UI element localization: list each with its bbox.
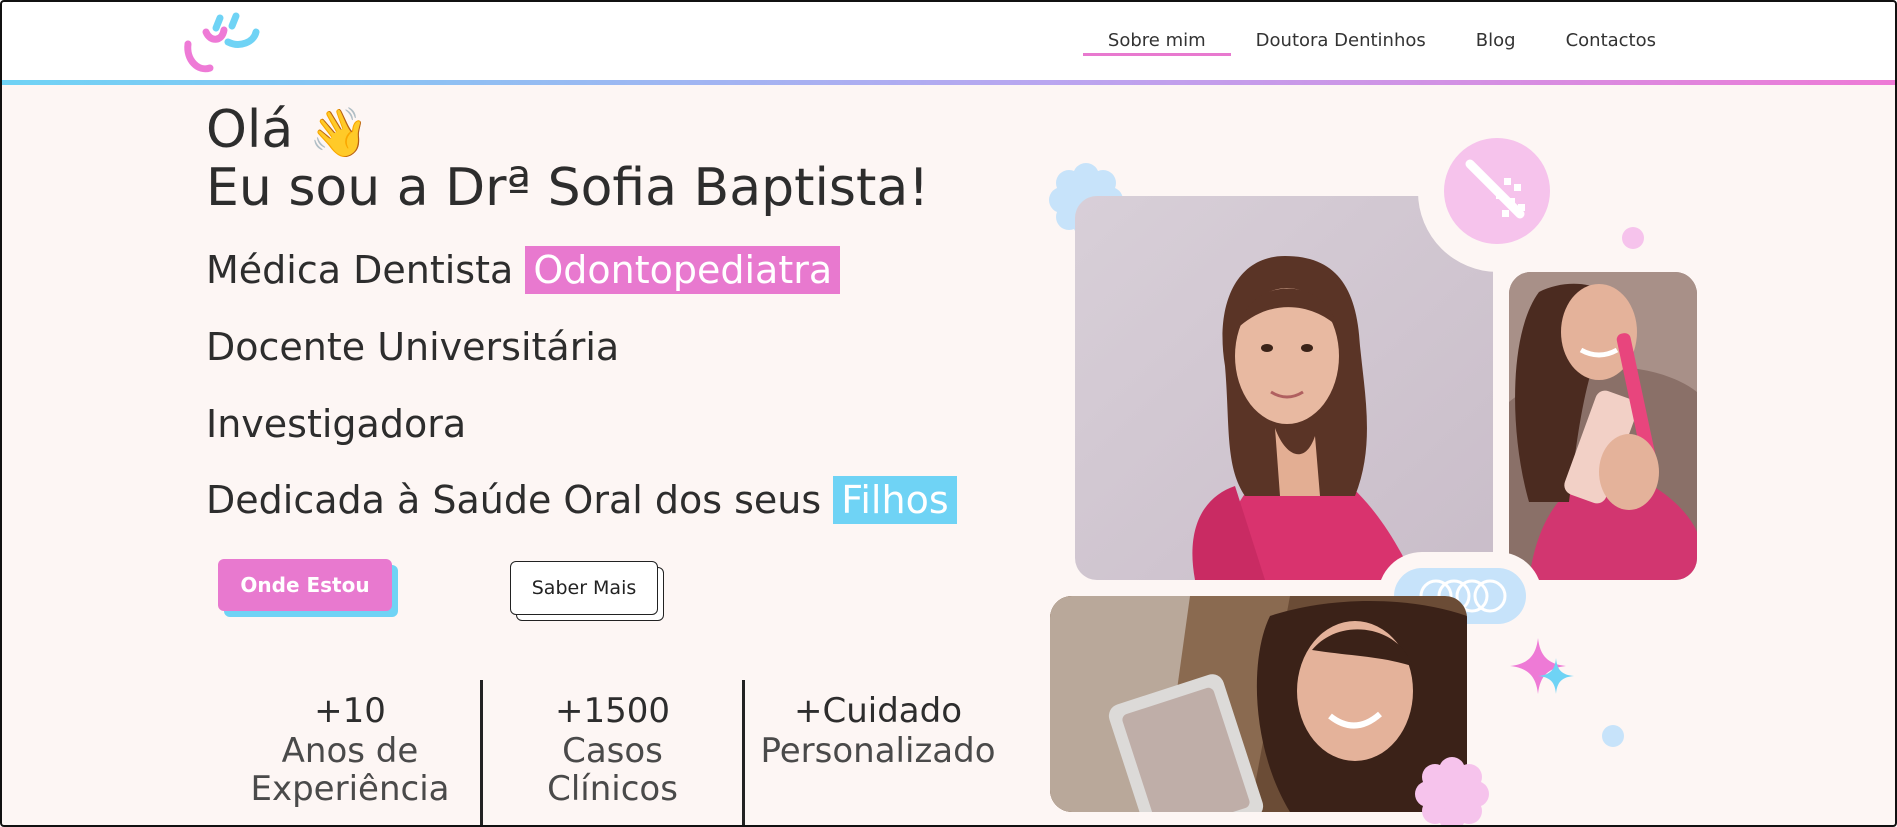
saber-mais-button-wrap: Saber Mais [510,561,666,623]
main-nav: Sobre mim Doutora Dentinhos Blog Contact… [1082,0,1681,80]
role-line-2: Docente Universitária [206,325,620,369]
page-title: Eu sou a Drª Sofia Baptista! [206,158,930,218]
tablet-photo [1050,596,1467,812]
toothpaste-photo [1509,272,1697,580]
sparkle-icon [1510,638,1574,694]
nav-item-blog[interactable]: Blog [1451,0,1541,80]
stat-label-line-2: Clínicos [547,769,678,809]
role-line-1: Médica Dentista Odontopediatra [206,244,841,296]
stat-number: +10 [314,691,386,731]
stat-cases: +1500 Casos Clínicos [500,690,725,808]
role-line-4: Dedicada à Saúde Oral dos seus Filhos [206,474,957,526]
stat-divider [480,680,483,825]
role-4-highlight: Filhos [833,476,957,524]
stat-label-line-1: Casos [562,731,663,771]
saber-mais-button[interactable]: Saber Mais [510,561,658,615]
header-gradient-divider [0,80,1897,85]
nav-item-doutora-dentinhos[interactable]: Doutora Dentinhos [1231,0,1451,80]
stat-label-line-1: Personalizado [760,731,996,771]
flower-decoration-icon [1415,757,1489,827]
stat-number: +Cuidado [793,691,963,731]
stat-number: +1500 [554,691,670,731]
greeting-text: Olá [206,100,294,160]
onde-estou-button[interactable]: Onde Estou [218,559,392,611]
stat-care: +Cuidado Personalizado [752,690,1004,770]
site-header: Sobre mim Doutora Dentinhos Blog Contact… [0,0,1897,80]
toothbrush-icon [1444,138,1550,244]
onde-estou-button-wrap: Onde Estou [218,559,398,617]
role-4-text: Dedicada à Saúde Oral dos seus [206,478,822,522]
role-1-highlight: Odontopediatra [525,246,841,294]
greeting-heading: Olá 👋 [206,102,369,161]
stat-label-line-2: Experiência [250,769,450,809]
portrait-photo [1075,196,1493,580]
nav-item-sobre-mim[interactable]: Sobre mim [1082,0,1231,80]
role-1-text: Médica Dentista [206,248,514,292]
stat-label-line-1: Anos de [281,731,419,771]
waving-hand-icon: 👋 [309,105,370,161]
dot-decoration [1602,725,1624,747]
smiley-logo-icon[interactable] [180,8,264,74]
role-line-3: Investigadora [206,402,467,446]
stat-experience: +10 Anos de Experiência [230,690,470,808]
dot-decoration [1622,227,1644,249]
nav-item-contactos[interactable]: Contactos [1541,0,1681,80]
stat-divider [742,680,745,825]
